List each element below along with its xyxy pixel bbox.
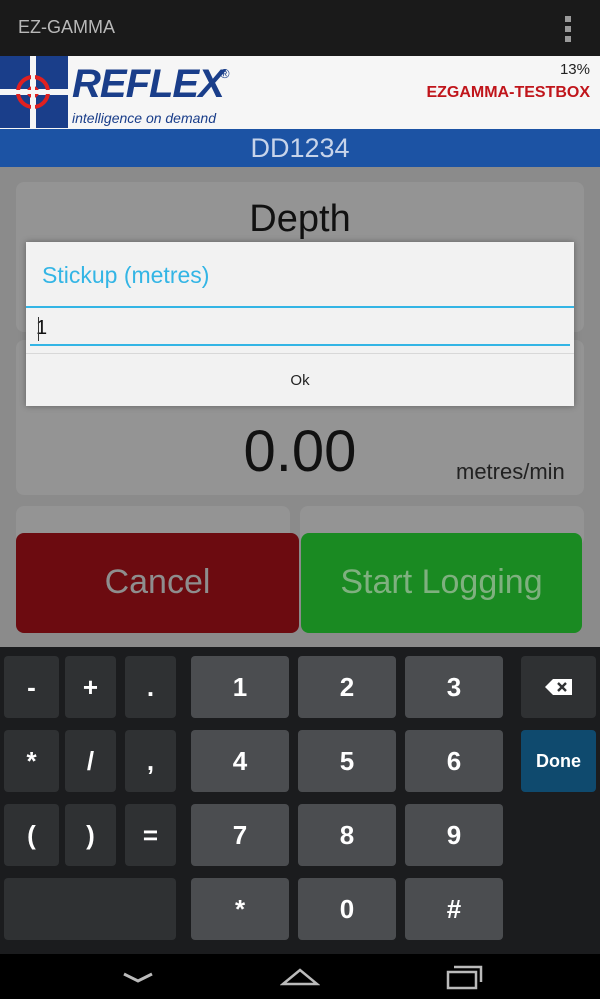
key-hash[interactable]: # bbox=[405, 878, 503, 940]
key-plus[interactable]: + bbox=[65, 656, 116, 718]
dialog-title: Stickup (metres) bbox=[42, 262, 210, 288]
key-7[interactable]: 7 bbox=[191, 804, 289, 866]
key-slash[interactable]: / bbox=[65, 730, 116, 792]
start-logging-button-label: Start Logging bbox=[340, 563, 543, 601]
key-4[interactable]: 4 bbox=[191, 730, 289, 792]
key-space[interactable] bbox=[4, 878, 176, 940]
reflex-logo-icon bbox=[0, 56, 68, 128]
key-5[interactable]: 5 bbox=[298, 730, 396, 792]
backspace-key[interactable] bbox=[521, 656, 596, 718]
brand-name: REFLEX bbox=[72, 62, 225, 106]
key-equals[interactable]: = bbox=[125, 804, 176, 866]
app-title: EZ-GAMMA bbox=[18, 17, 115, 37]
key-9[interactable]: 9 bbox=[405, 804, 503, 866]
key-comma[interactable]: , bbox=[125, 730, 176, 792]
stickup-input[interactable] bbox=[30, 312, 570, 346]
home-icon[interactable] bbox=[280, 964, 320, 990]
cancel-button-label: Cancel bbox=[104, 563, 211, 601]
key-open-paren[interactable]: ( bbox=[4, 804, 59, 866]
navigation-bar bbox=[0, 954, 600, 999]
backspace-icon bbox=[544, 679, 572, 695]
numeric-keyboard: - + . * / , ( ) = 1 2 3 4 5 6 7 8 9 * 0 … bbox=[0, 647, 600, 954]
device-name: EZGAMMA-TESTBOX bbox=[426, 84, 590, 101]
hole-id: DD1234 bbox=[250, 133, 350, 163]
key-minus[interactable]: - bbox=[4, 656, 59, 718]
overflow-menu-icon[interactable] bbox=[560, 14, 576, 44]
speed-units: metres/min bbox=[456, 459, 565, 484]
key-2[interactable]: 2 bbox=[298, 656, 396, 718]
done-key[interactable]: Done bbox=[521, 730, 596, 792]
ok-button[interactable]: Ok bbox=[26, 354, 574, 406]
key-1[interactable]: 1 bbox=[191, 656, 289, 718]
depth-label: Depth bbox=[249, 198, 351, 240]
key-8[interactable]: 8 bbox=[298, 804, 396, 866]
text-cursor bbox=[38, 317, 39, 341]
back-icon[interactable] bbox=[118, 968, 158, 988]
key-3[interactable]: 3 bbox=[405, 656, 503, 718]
key-0[interactable]: 0 bbox=[298, 878, 396, 940]
registered-mark: ® bbox=[220, 66, 230, 81]
key-asterisk[interactable]: * bbox=[4, 730, 59, 792]
key-close-paren[interactable]: ) bbox=[65, 804, 116, 866]
key-6[interactable]: 6 bbox=[405, 730, 503, 792]
key-period[interactable]: . bbox=[125, 656, 176, 718]
brand-tagline: intelligence on demand bbox=[72, 110, 216, 126]
key-star[interactable]: * bbox=[191, 878, 289, 940]
recent-apps-icon[interactable] bbox=[444, 962, 484, 992]
dialog-title-divider bbox=[26, 306, 574, 308]
battery-level: 13% bbox=[559, 61, 590, 78]
